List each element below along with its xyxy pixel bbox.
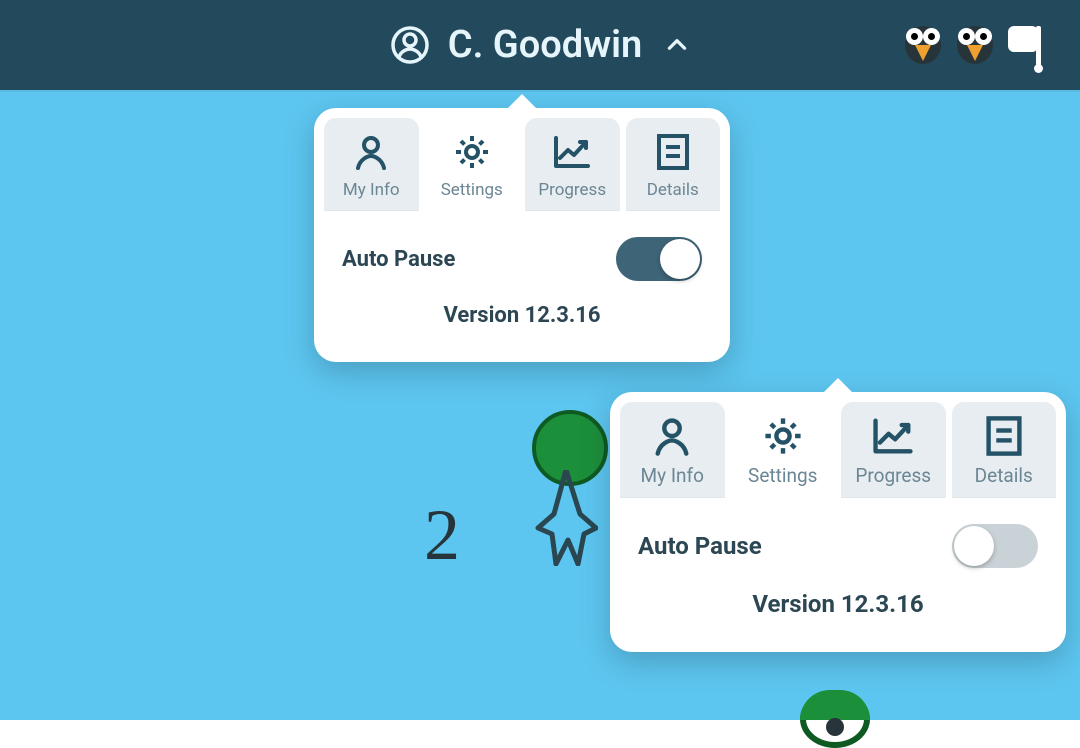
version-label: Version 12.3.16 xyxy=(342,281,702,352)
person-icon xyxy=(650,414,694,458)
version-label: Version 12.3.16 xyxy=(638,568,1038,642)
gear-icon xyxy=(452,130,492,174)
user-menu-popover-off: My Info Settings Progress Details xyxy=(610,392,1066,652)
tab-label: Details xyxy=(975,464,1033,487)
user-name: C. Goodwin xyxy=(448,23,643,67)
flag-icon[interactable] xyxy=(1006,22,1050,68)
popover-caret xyxy=(824,378,852,392)
app-header: C. Goodwin xyxy=(0,0,1080,90)
tab-label: Settings xyxy=(748,464,817,487)
background-eyeball xyxy=(800,690,870,748)
auto-pause-row: Auto Pause xyxy=(638,524,1038,568)
auto-pause-label: Auto Pause xyxy=(342,247,455,272)
penguin-icon[interactable] xyxy=(902,22,944,68)
details-icon xyxy=(655,130,691,174)
user-menu-popover-on: My Info Settings Progress Details xyxy=(314,108,730,362)
auto-pause-toggle[interactable] xyxy=(616,237,702,281)
tab-label: Settings xyxy=(441,180,503,200)
tab-details[interactable]: Details xyxy=(952,402,1057,498)
tab-progress[interactable]: Progress xyxy=(525,118,620,211)
tab-label: Progress xyxy=(538,180,606,200)
person-icon xyxy=(351,130,391,174)
gear-icon xyxy=(761,414,805,458)
tab-label: My Info xyxy=(641,464,704,487)
penguin-icon[interactable] xyxy=(954,22,996,68)
background-number: 2 xyxy=(424,494,460,577)
background-creature xyxy=(510,410,620,580)
chevron-up-icon xyxy=(664,32,690,58)
progress-icon xyxy=(869,414,917,458)
tab-my-info[interactable]: My Info xyxy=(620,402,725,498)
tab-my-info[interactable]: My Info xyxy=(324,118,419,211)
header-right-controls xyxy=(902,0,1050,90)
auto-pause-label: Auto Pause xyxy=(638,532,762,560)
user-menu-trigger[interactable]: C. Goodwin xyxy=(390,23,691,67)
tab-label: My Info xyxy=(343,180,400,200)
tab-settings[interactable]: Settings xyxy=(425,118,520,211)
tab-settings[interactable]: Settings xyxy=(731,402,836,498)
popover-tabs: My Info Settings Progress Details xyxy=(314,108,730,211)
progress-icon xyxy=(550,130,594,174)
details-icon xyxy=(984,414,1024,458)
auto-pause-row: Auto Pause xyxy=(342,237,702,281)
popover-tabs: My Info Settings Progress Details xyxy=(610,392,1066,498)
tab-details[interactable]: Details xyxy=(626,118,721,211)
popover-caret xyxy=(508,94,536,108)
tab-label: Progress xyxy=(855,464,931,487)
tab-label: Details xyxy=(647,180,699,200)
avatar-icon xyxy=(390,25,430,65)
tab-progress[interactable]: Progress xyxy=(841,402,946,498)
auto-pause-toggle[interactable] xyxy=(952,524,1038,568)
